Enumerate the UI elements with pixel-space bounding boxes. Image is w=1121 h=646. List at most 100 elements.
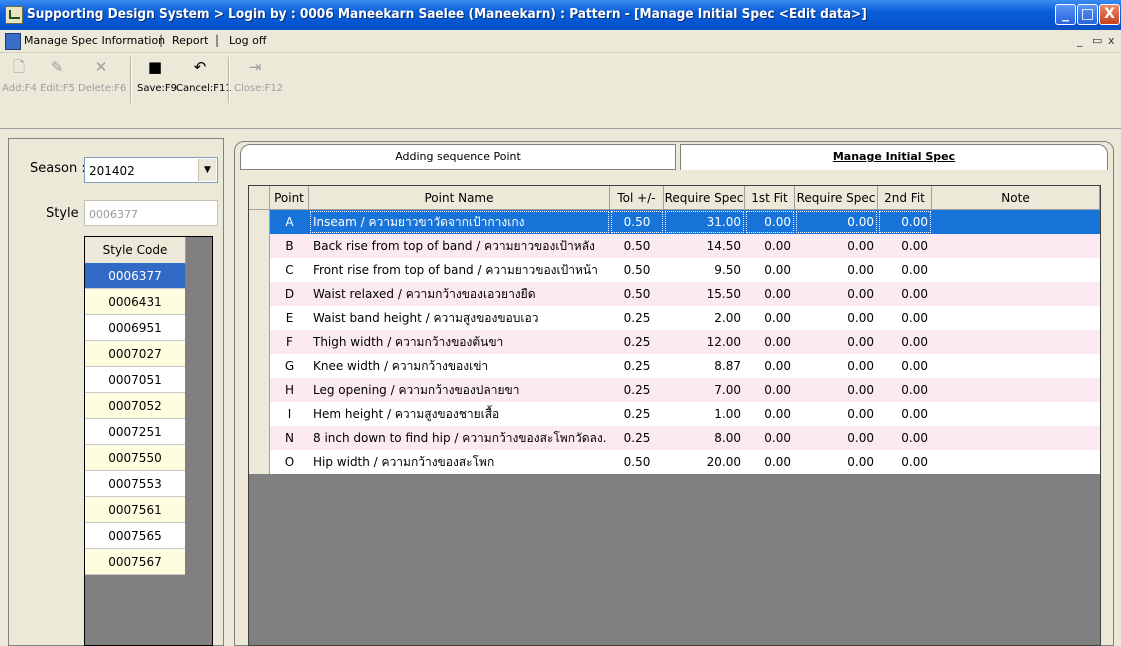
second-fit-cell[interactable]: 0.00: [878, 330, 932, 354]
table-row[interactable]: O Hip width / ความกว้างของสะโพก 0.50 20.00 0…: [249, 450, 1100, 474]
style-code-item[interactable]: 0007565: [85, 523, 185, 549]
point-name-cell[interactable]: Hip width / ความกว้างของสะโพก: [309, 450, 610, 474]
require-spec-cell[interactable]: 2.00: [664, 306, 745, 330]
edit-button[interactable]: ✎ Edit:F5: [40, 55, 75, 107]
mdi-restore-icon[interactable]: ▭: [1092, 34, 1102, 47]
second-fit-cell[interactable]: 0.00: [878, 210, 932, 234]
note-cell[interactable]: [932, 330, 1100, 354]
require-spec-cell[interactable]: 12.00: [664, 330, 745, 354]
require-spec-cell[interactable]: 1.00: [664, 402, 745, 426]
mdi-close-icon[interactable]: x: [1108, 34, 1115, 47]
point-name-header[interactable]: Point Name: [309, 186, 610, 210]
row-indicator[interactable]: [249, 354, 270, 378]
first-fit-cell[interactable]: 0.00: [745, 378, 795, 402]
cancel-button[interactable]: ↶ Cancel:F11: [176, 55, 232, 107]
point-cell[interactable]: C: [270, 258, 309, 282]
tol-cell[interactable]: 0.25: [610, 330, 664, 354]
table-row[interactable]: B Back rise from top of band / ความยาวของ…: [249, 234, 1100, 258]
row-indicator[interactable]: [249, 378, 270, 402]
note-cell[interactable]: [932, 354, 1100, 378]
point-cell[interactable]: O: [270, 450, 309, 474]
tol-cell[interactable]: 0.25: [610, 354, 664, 378]
tab-manage-initial-spec[interactable]: Manage Initial Spec: [680, 144, 1108, 170]
require-spec-2-cell[interactable]: 0.00: [795, 426, 878, 450]
table-row[interactable]: E Waist band height / ความสูงของขอบเอว 0.2…: [249, 306, 1100, 330]
row-indicator[interactable]: [249, 330, 270, 354]
point-name-cell[interactable]: Hem height / ความสูงของชายเสื้อ: [309, 402, 610, 426]
style-field[interactable]: 0006377: [84, 200, 218, 226]
second-fit-cell[interactable]: 0.00: [878, 306, 932, 330]
row-indicator[interactable]: [249, 234, 270, 258]
require-spec-cell[interactable]: 7.00: [664, 378, 745, 402]
style-code-list[interactable]: Style Code 0006377 0006431 0006951 0007027 0…: [84, 236, 213, 646]
tol-header[interactable]: Tol +/-: [610, 186, 664, 210]
second-fit-cell[interactable]: 0.00: [878, 450, 932, 474]
tab-adding-sequence-point[interactable]: Adding sequence Point: [240, 144, 676, 170]
note-cell[interactable]: [932, 450, 1100, 474]
require-spec-cell[interactable]: 8.00: [664, 426, 745, 450]
note-header[interactable]: Note: [932, 186, 1100, 210]
style-code-header[interactable]: Style Code: [85, 237, 186, 264]
point-name-cell[interactable]: Back rise from top of band / ความยาวของเ…: [309, 234, 610, 258]
point-name-cell[interactable]: Leg opening / ความกว้างของปลายขา: [309, 378, 610, 402]
note-cell[interactable]: [932, 426, 1100, 450]
require-spec-2-cell[interactable]: 0.00: [795, 258, 878, 282]
note-cell[interactable]: [932, 210, 1100, 234]
mdi-child-icon[interactable]: [5, 33, 21, 50]
row-indicator[interactable]: [249, 450, 270, 474]
point-name-cell[interactable]: Thigh width / ความกว้างของต้นขา: [309, 330, 610, 354]
require-spec-2-cell[interactable]: 0.00: [795, 354, 878, 378]
note-cell[interactable]: [932, 378, 1100, 402]
table-row[interactable]: G Knee width / ความกว้างของเข่า 0.25 8.87 0.…: [249, 354, 1100, 378]
delete-button[interactable]: ✕ Delete:F6: [78, 55, 126, 107]
row-indicator[interactable]: [249, 282, 270, 306]
style-code-item[interactable]: 0006377: [85, 263, 185, 289]
tol-cell[interactable]: 0.25: [610, 402, 664, 426]
style-code-item[interactable]: 0007251: [85, 419, 185, 445]
require-spec-cell[interactable]: 20.00: [664, 450, 745, 474]
point-cell[interactable]: A: [270, 210, 309, 234]
second-fit-cell[interactable]: 0.00: [878, 234, 932, 258]
require-spec-2-cell[interactable]: 0.00: [795, 330, 878, 354]
style-code-item[interactable]: 0007052: [85, 393, 185, 419]
note-cell[interactable]: [932, 258, 1100, 282]
style-code-item[interactable]: 0007561: [85, 497, 185, 523]
require-spec-2-cell[interactable]: 0.00: [795, 234, 878, 258]
first-fit-header[interactable]: 1st Fit: [745, 186, 795, 210]
require-spec-cell[interactable]: 8.87: [664, 354, 745, 378]
point-name-cell[interactable]: Waist band height / ความสูงของขอบเอว: [309, 306, 610, 330]
note-cell[interactable]: [932, 234, 1100, 258]
point-cell[interactable]: D: [270, 282, 309, 306]
point-name-cell[interactable]: Inseam / ความยาวขาวัดจากเป้ากางเกง: [309, 210, 610, 234]
first-fit-cell[interactable]: 0.00: [745, 330, 795, 354]
require-spec-2-cell[interactable]: 0.00: [795, 378, 878, 402]
require-spec-header[interactable]: Require Spec: [664, 186, 745, 210]
mdi-minimize-icon[interactable]: _: [1077, 34, 1083, 47]
first-fit-cell[interactable]: 0.00: [745, 426, 795, 450]
row-indicator[interactable]: [249, 402, 270, 426]
first-fit-cell[interactable]: 0.00: [745, 234, 795, 258]
table-row[interactable]: N8 inch down to find hip / ความกว้างของส…: [249, 426, 1100, 450]
point-cell[interactable]: N: [270, 426, 309, 450]
minimize-icon[interactable]: _: [1055, 4, 1076, 25]
style-code-item[interactable]: 0007553: [85, 471, 185, 497]
add-button[interactable]: 🗋 Add:F4: [2, 55, 37, 107]
style-code-item[interactable]: 0007027: [85, 341, 185, 367]
second-fit-cell[interactable]: 0.00: [878, 282, 932, 306]
row-indicator[interactable]: [249, 258, 270, 282]
point-cell[interactable]: G: [270, 354, 309, 378]
maximize-icon[interactable]: □: [1077, 4, 1098, 25]
point-cell[interactable]: F: [270, 330, 309, 354]
second-fit-cell[interactable]: 0.00: [878, 354, 932, 378]
table-row[interactable]: A Inseam / ความยาวขาวัดจากเป้ากางเกง 0.50 3…: [249, 210, 1100, 234]
table-row[interactable]: H Leg opening / ความกว้างของปลายขา 0.25 7.0…: [249, 378, 1100, 402]
point-name-cell[interactable]: Front rise from top of band / ความยาวของ…: [309, 258, 610, 282]
save-button[interactable]: ■ Save:F9: [137, 55, 177, 107]
close-button[interactable]: ⇥ Close:F12: [234, 55, 283, 107]
point-name-cell[interactable]: Knee width / ความกว้างของเข่า: [309, 354, 610, 378]
first-fit-cell[interactable]: 0.00: [745, 282, 795, 306]
note-cell[interactable]: [932, 306, 1100, 330]
note-cell[interactable]: [932, 282, 1100, 306]
menu-report[interactable]: Report: [172, 34, 208, 47]
note-cell[interactable]: [932, 402, 1100, 426]
